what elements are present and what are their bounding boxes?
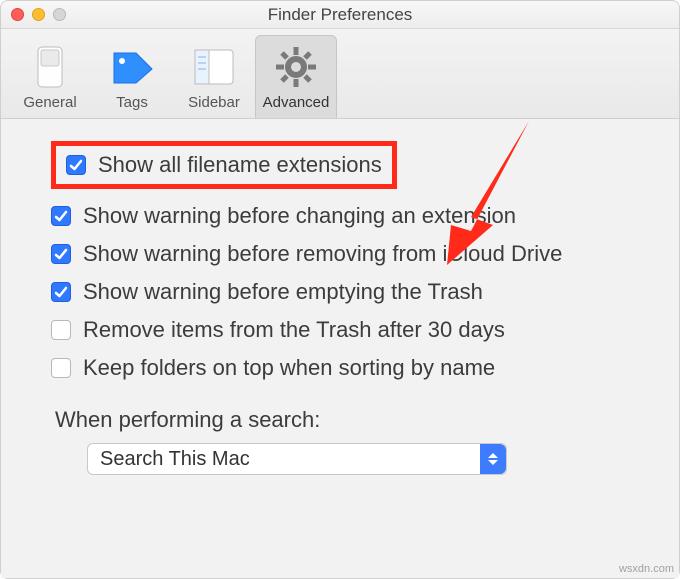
- label-warn-icloud: Show warning before removing from iCloud…: [83, 241, 562, 267]
- watermark: wsxdn.com: [619, 563, 674, 575]
- chevron-up-down-icon: [480, 444, 506, 474]
- preferences-window: Finder Preferences General Tags Sidebar …: [0, 0, 680, 579]
- titlebar: Finder Preferences: [1, 1, 679, 29]
- label-warn-extension: Show warning before changing an extensio…: [83, 203, 516, 229]
- switch-icon: [12, 40, 88, 94]
- tab-sidebar[interactable]: Sidebar: [173, 35, 255, 118]
- option-warn-extension: Show warning before changing an extensio…: [51, 197, 639, 235]
- pref-content: Show all filename extensions Show warnin…: [1, 119, 679, 578]
- highlighted-option: Show all filename extensions: [51, 141, 397, 189]
- search-scope-select[interactable]: Search This Mac: [87, 443, 507, 475]
- tab-label: Tags: [94, 94, 170, 111]
- tab-label: Sidebar: [176, 94, 252, 111]
- checkbox-warn-extension[interactable]: [51, 206, 71, 226]
- label-show-extensions: Show all filename extensions: [98, 152, 382, 178]
- tag-icon: [94, 40, 170, 94]
- checkbox-show-extensions[interactable]: [66, 155, 86, 175]
- option-warn-icloud: Show warning before removing from iCloud…: [51, 235, 639, 273]
- tab-tags[interactable]: Tags: [91, 35, 173, 118]
- tab-label: Advanced: [258, 94, 334, 111]
- label-folders-top: Keep folders on top when sorting by name: [83, 355, 495, 381]
- label-remove-30: Remove items from the Trash after 30 day…: [83, 317, 505, 343]
- label-warn-trash: Show warning before emptying the Trash: [83, 279, 483, 305]
- checkbox-warn-icloud[interactable]: [51, 244, 71, 264]
- select-value: Search This Mac: [100, 448, 250, 471]
- checkbox-folders-top[interactable]: [51, 358, 71, 378]
- search-section-label: When performing a search:: [55, 407, 639, 433]
- checkbox-remove-30[interactable]: [51, 320, 71, 340]
- option-warn-trash: Show warning before emptying the Trash: [51, 273, 639, 311]
- option-folders-top: Keep folders on top when sorting by name: [51, 349, 639, 387]
- tab-label: General: [12, 94, 88, 111]
- sidebar-icon: [176, 40, 252, 94]
- gear-icon: [258, 40, 334, 94]
- tab-advanced[interactable]: Advanced: [255, 35, 337, 118]
- checkbox-warn-trash[interactable]: [51, 282, 71, 302]
- tab-general[interactable]: General: [9, 35, 91, 118]
- option-remove-30: Remove items from the Trash after 30 day…: [51, 311, 639, 349]
- pref-toolbar: General Tags Sidebar Advanced: [1, 29, 679, 119]
- window-title: Finder Preferences: [1, 5, 679, 25]
